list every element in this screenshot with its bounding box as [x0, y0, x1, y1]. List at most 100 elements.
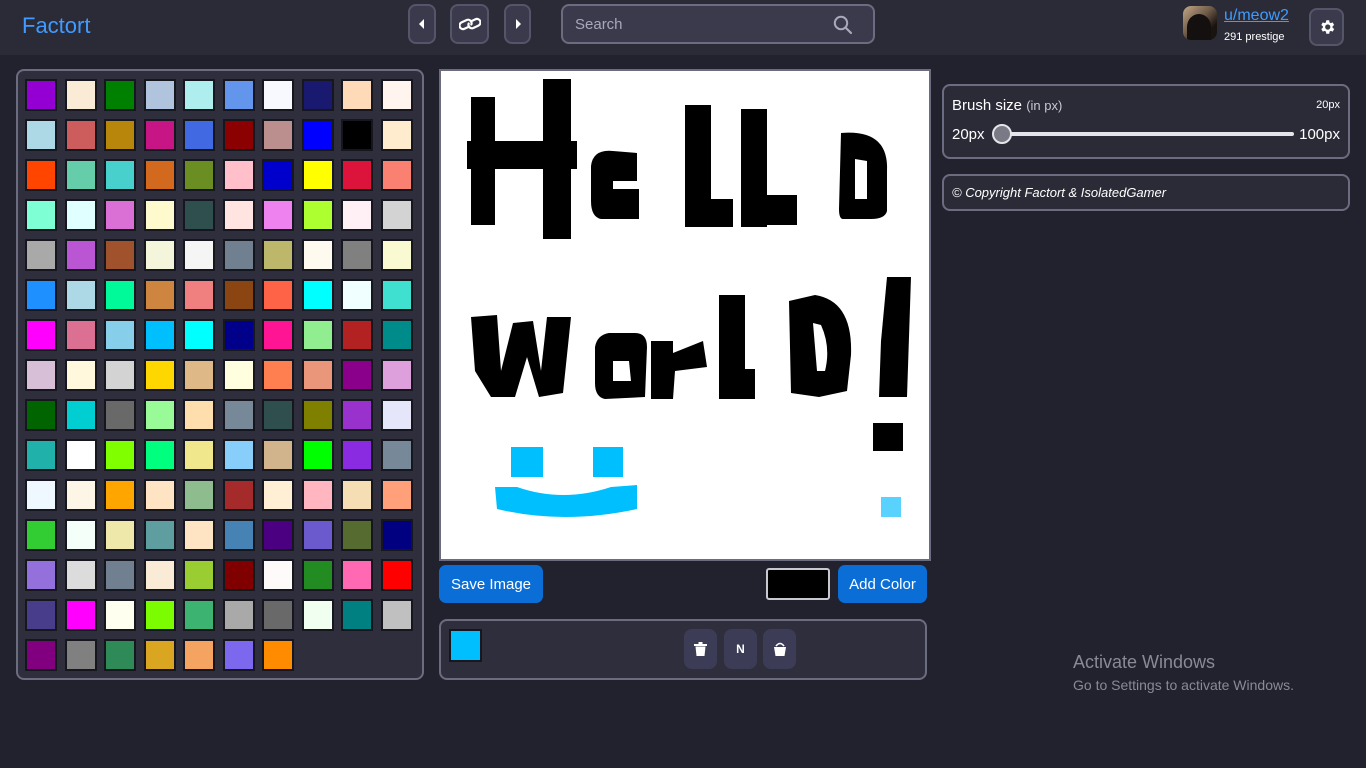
prev-button[interactable]: [408, 4, 436, 44]
palette-swatch[interactable]: [25, 359, 57, 391]
palette-swatch[interactable]: [301, 479, 334, 511]
palette-swatch[interactable]: [104, 239, 136, 271]
palette-swatch[interactable]: [341, 239, 373, 271]
palette-swatch[interactable]: [183, 359, 215, 391]
palette-swatch[interactable]: [143, 519, 176, 551]
palette-swatch[interactable]: [64, 439, 97, 471]
palette-swatch[interactable]: [143, 399, 176, 431]
palette-swatch[interactable]: [222, 279, 255, 311]
palette-swatch[interactable]: [183, 319, 215, 351]
palette-swatch[interactable]: [222, 639, 255, 671]
search-icon[interactable]: [833, 15, 853, 35]
palette-swatch[interactable]: [222, 239, 255, 271]
palette-swatch[interactable]: [64, 559, 97, 591]
avatar[interactable]: [1183, 6, 1217, 40]
palette-swatch[interactable]: [341, 519, 373, 551]
palette-swatch[interactable]: [222, 79, 255, 111]
palette-swatch[interactable]: [64, 119, 97, 151]
palette-swatch[interactable]: [380, 519, 413, 551]
palette-swatch[interactable]: [64, 159, 97, 191]
palette-swatch[interactable]: [380, 159, 413, 191]
palette-swatch[interactable]: [183, 399, 215, 431]
username-link[interactable]: u/meow2: [1224, 7, 1289, 25]
palette-swatch[interactable]: [341, 279, 373, 311]
palette-swatch[interactable]: [104, 519, 136, 551]
palette-swatch[interactable]: [262, 559, 294, 591]
search-input[interactable]: [575, 13, 825, 35]
palette-swatch[interactable]: [341, 599, 373, 631]
palette-swatch[interactable]: [262, 639, 294, 671]
palette-swatch[interactable]: [301, 359, 334, 391]
palette-swatch[interactable]: [104, 119, 136, 151]
palette-swatch[interactable]: [380, 439, 413, 471]
fill-bucket-button[interactable]: [763, 629, 796, 669]
palette-swatch[interactable]: [341, 439, 373, 471]
palette-swatch[interactable]: [104, 479, 136, 511]
palette-swatch[interactable]: [222, 399, 255, 431]
palette-swatch[interactable]: [25, 559, 57, 591]
palette-swatch[interactable]: [341, 159, 373, 191]
palette-swatch[interactable]: [222, 119, 255, 151]
palette-swatch[interactable]: [301, 439, 334, 471]
palette-swatch[interactable]: [104, 559, 136, 591]
palette-swatch[interactable]: [341, 559, 373, 591]
palette-swatch[interactable]: [104, 399, 136, 431]
palette-swatch[interactable]: [301, 159, 334, 191]
palette-swatch[interactable]: [380, 239, 413, 271]
palette-swatch[interactable]: [262, 359, 294, 391]
palette-swatch[interactable]: [104, 199, 136, 231]
palette-swatch[interactable]: [25, 79, 57, 111]
palette-swatch[interactable]: [64, 639, 97, 671]
new-canvas-button[interactable]: N: [724, 629, 757, 669]
palette-swatch[interactable]: [143, 639, 176, 671]
palette-swatch[interactable]: [380, 119, 413, 151]
palette-swatch[interactable]: [341, 119, 373, 151]
palette-swatch[interactable]: [25, 639, 57, 671]
palette-swatch[interactable]: [64, 479, 97, 511]
palette-swatch[interactable]: [301, 279, 334, 311]
palette-swatch[interactable]: [25, 239, 57, 271]
palette-swatch[interactable]: [143, 359, 176, 391]
palette-swatch[interactable]: [183, 519, 215, 551]
palette-swatch[interactable]: [380, 399, 413, 431]
palette-swatch[interactable]: [222, 319, 255, 351]
palette-swatch[interactable]: [301, 79, 334, 111]
palette-swatch[interactable]: [341, 359, 373, 391]
palette-swatch[interactable]: [341, 399, 373, 431]
brand-logo[interactable]: Factort: [22, 13, 90, 39]
palette-swatch[interactable]: [104, 319, 136, 351]
palette-swatch[interactable]: [64, 359, 97, 391]
palette-swatch[interactable]: [25, 599, 57, 631]
palette-swatch[interactable]: [25, 119, 57, 151]
palette-swatch[interactable]: [143, 319, 176, 351]
palette-swatch[interactable]: [143, 439, 176, 471]
palette-swatch[interactable]: [183, 559, 215, 591]
brush-size-slider[interactable]: [992, 124, 1294, 144]
palette-swatch[interactable]: [222, 519, 255, 551]
palette-swatch[interactable]: [183, 279, 215, 311]
palette-swatch[interactable]: [380, 359, 413, 391]
palette-swatch[interactable]: [143, 199, 176, 231]
palette-swatch[interactable]: [143, 479, 176, 511]
palette-swatch[interactable]: [222, 199, 255, 231]
palette-swatch[interactable]: [262, 319, 294, 351]
palette-swatch[interactable]: [262, 479, 294, 511]
palette-swatch[interactable]: [143, 559, 176, 591]
slider-thumb[interactable]: [992, 124, 1012, 144]
palette-swatch[interactable]: [262, 599, 294, 631]
palette-swatch[interactable]: [301, 599, 334, 631]
palette-swatch[interactable]: [301, 519, 334, 551]
palette-swatch[interactable]: [341, 479, 373, 511]
palette-swatch[interactable]: [222, 439, 255, 471]
palette-swatch[interactable]: [25, 519, 57, 551]
palette-swatch[interactable]: [104, 159, 136, 191]
palette-swatch[interactable]: [64, 599, 97, 631]
palette-swatch[interactable]: [183, 199, 215, 231]
palette-swatch[interactable]: [183, 79, 215, 111]
palette-swatch[interactable]: [143, 599, 176, 631]
palette-swatch[interactable]: [380, 279, 413, 311]
color-picker-input[interactable]: [766, 568, 830, 600]
next-button[interactable]: [504, 4, 531, 44]
palette-swatch[interactable]: [104, 79, 136, 111]
palette-swatch[interactable]: [183, 119, 215, 151]
